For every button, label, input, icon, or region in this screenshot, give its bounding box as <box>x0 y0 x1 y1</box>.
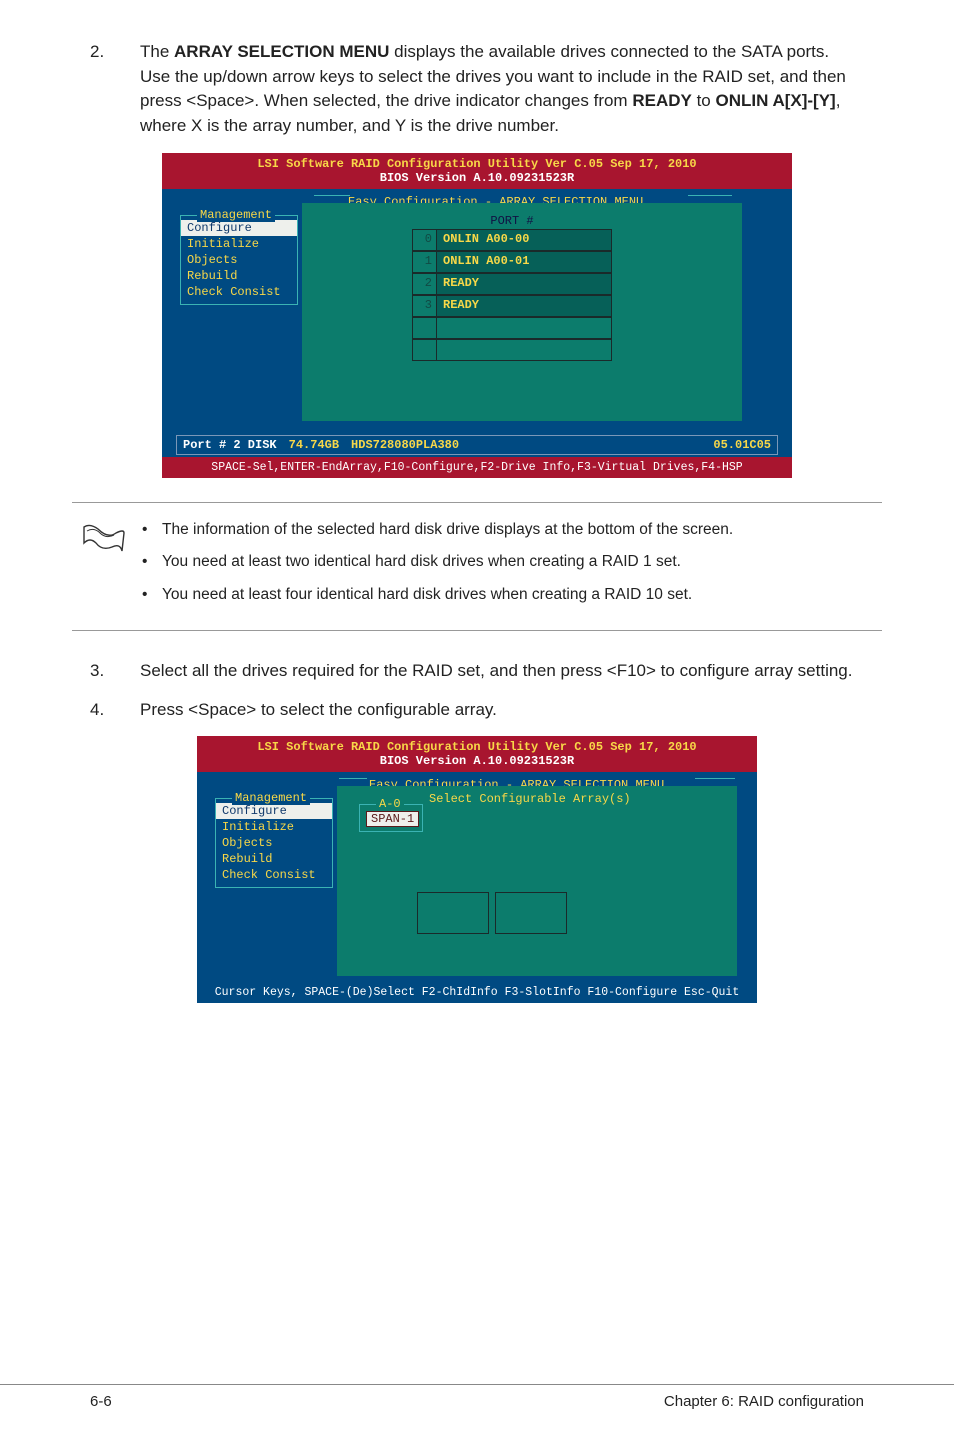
port-val-0: ONLIN A00-00 <box>437 230 611 250</box>
port-idx-2: 2 <box>413 274 437 294</box>
info-port: Port # 2 DISK <box>183 438 277 452</box>
port-idx-0: 0 <box>413 230 437 250</box>
raid2-title: LSI Software RAID Configuration Utility … <box>197 736 757 772</box>
note-2: You need at least two identical hard dis… <box>136 551 882 573</box>
port-idx-4 <box>413 318 437 338</box>
raid2-sel-title: Select Configurable Array(s) <box>429 792 631 806</box>
raid-screenshot-2: LSI Software RAID Configuration Utility … <box>197 736 757 1003</box>
step-3-number: 3. <box>90 659 140 684</box>
mgmt-menu-2: Management Configure Initialize Objects … <box>215 798 333 888</box>
span-a-label: A-0 <box>376 797 404 811</box>
dash-right <box>688 195 732 196</box>
raid2-title-main: LSI Software RAID Configuration Utility … <box>257 740 696 754</box>
mgmt2-item-configure: Configure <box>216 803 332 819</box>
raid2-body: Easy Configuration - ARRAY SELECTION MEN… <box>197 772 757 982</box>
mgmt2-item-initialize: Initialize <box>216 819 332 835</box>
note-icon <box>72 519 136 616</box>
dash-left <box>314 195 350 196</box>
raid2-title-sub: BIOS Version A.10.09231523R <box>380 754 574 768</box>
info-size: 74.74GB <box>289 438 339 452</box>
raid-screenshot-1: LSI Software RAID Configuration Utility … <box>162 153 792 478</box>
port-row-4 <box>412 317 612 339</box>
small-boxes <box>417 892 567 934</box>
port-row-3: 3READY <box>412 295 612 317</box>
raid2-hints: Cursor Keys, SPACE-(De)Select F2-ChIdInf… <box>197 982 757 1003</box>
port-row-1: 1ONLIN A00-01 <box>412 251 612 273</box>
step2-b1: ARRAY SELECTION MENU <box>174 42 389 61</box>
footer-page-num: 6-6 <box>90 1393 112 1410</box>
step-4-text: Press <Space> to select the configurable… <box>140 698 864 723</box>
note-block: The information of the selected hard dis… <box>72 502 882 631</box>
port-val-4 <box>437 318 611 338</box>
port-val-2: READY <box>437 274 611 294</box>
span-value: SPAN-1 <box>366 811 419 827</box>
info-model: HDS728080PLA380 <box>351 438 459 452</box>
small-box-1 <box>417 892 489 934</box>
raid1-title-main: LSI Software RAID Configuration Utility … <box>257 157 696 171</box>
step2-pre: The <box>140 42 174 61</box>
port-val-5 <box>437 340 611 360</box>
mgmt-label-2: Management <box>232 791 310 805</box>
port-column: PORT # 0ONLIN A00-00 1ONLIN A00-01 2READ… <box>412 213 612 361</box>
mgmt-item-rebuild: Rebuild <box>181 268 297 284</box>
mgmt-item-checkconsist: Check Consist <box>181 284 297 300</box>
raid1-title-sub: BIOS Version A.10.09231523R <box>380 171 574 185</box>
note-list: The information of the selected hard dis… <box>136 519 882 616</box>
mgmt-item-initialize: Initialize <box>181 236 297 252</box>
step-3: 3. Select all the drives required for th… <box>90 659 864 684</box>
port-idx-3: 3 <box>413 296 437 316</box>
info-fw: 05.01C05 <box>713 438 771 452</box>
step-4-number: 4. <box>90 698 140 723</box>
port-idx-1: 1 <box>413 252 437 272</box>
port-idx-5 <box>413 340 437 360</box>
port-row-2: 2READY <box>412 273 612 295</box>
step-2-number: 2. <box>90 40 140 139</box>
mgmt-menu: Management Configure Initialize Objects … <box>180 215 298 305</box>
raid1-body: Easy Configuration - ARRAY SELECTION MEN… <box>162 189 792 429</box>
page-footer: 6-6 Chapter 6: RAID configuration <box>0 1384 954 1410</box>
mgmt-label: Management <box>197 208 275 222</box>
note-3: You need at least four identical hard di… <box>136 584 882 606</box>
mgmt2-item-checkconsist: Check Consist <box>216 867 332 883</box>
port-row-0: 0ONLIN A00-00 <box>412 229 612 251</box>
dash2-left <box>339 778 367 779</box>
raid1-hints: SPACE-Sel,ENTER-EndArray,F10-Configure,F… <box>162 457 792 478</box>
step-2-body: The ARRAY SELECTION MENU displays the av… <box>140 40 864 139</box>
raid1-infobar: Port # 2 DISK 74.74GB HDS728080PLA380 05… <box>162 429 792 457</box>
mgmt2-item-rebuild: Rebuild <box>216 851 332 867</box>
mgmt-item-objects: Objects <box>181 252 297 268</box>
step2-mid2: to <box>692 91 716 110</box>
span-box: A-0 SPAN-1 <box>359 804 423 832</box>
step2-b3: ONLIN A[X]-[Y] <box>715 91 835 110</box>
step-4: 4. Press <Space> to select the configura… <box>90 698 864 723</box>
port-val-3: READY <box>437 296 611 316</box>
step-3-text: Select all the drives required for the R… <box>140 659 864 684</box>
small-box-2 <box>495 892 567 934</box>
raid1-title: LSI Software RAID Configuration Utility … <box>162 153 792 189</box>
port-row-5 <box>412 339 612 361</box>
port-head: PORT # <box>412 213 612 229</box>
note-1: The information of the selected hard dis… <box>136 519 882 541</box>
port-val-1: ONLIN A00-01 <box>437 252 611 272</box>
mgmt2-item-objects: Objects <box>216 835 332 851</box>
step2-b2: READY <box>632 91 692 110</box>
step-2: 2. The ARRAY SELECTION MENU displays the… <box>90 40 864 139</box>
dash2-right <box>695 778 735 779</box>
mgmt-item-configure: Configure <box>181 220 297 236</box>
footer-chapter: Chapter 6: RAID configuration <box>664 1393 864 1410</box>
